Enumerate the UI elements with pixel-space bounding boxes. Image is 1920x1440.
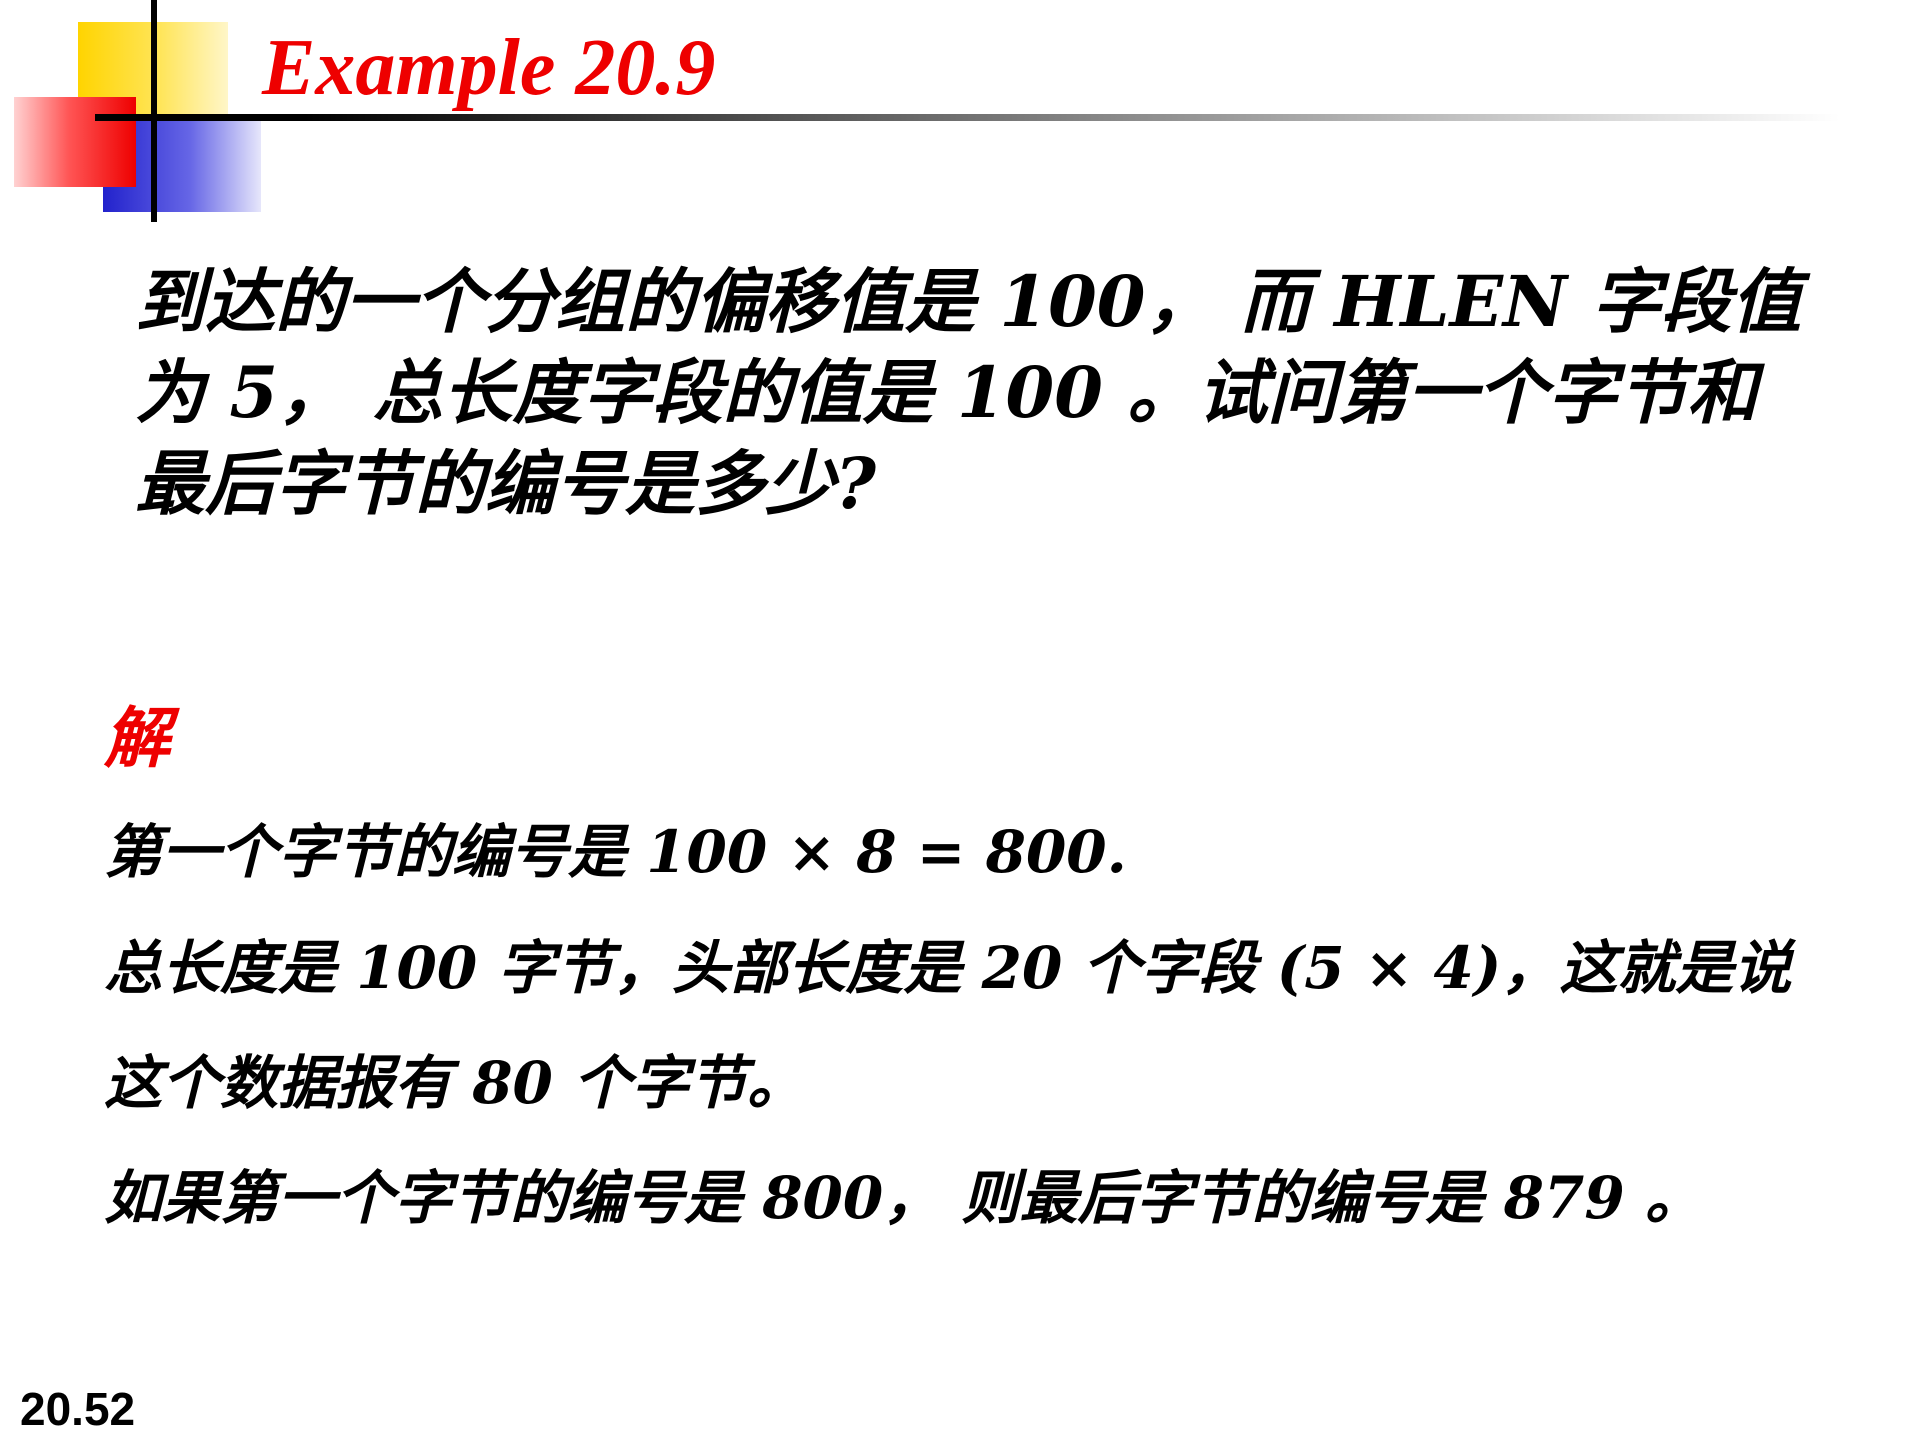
solution-line: 第一个字节的编号是 100 × 8 = 800. bbox=[104, 818, 1127, 886]
question-paragraph: 到达的一个分组的偏移值是 100， 而 HLEN 字段值 为 5， 总长度字段的… bbox=[135, 256, 1855, 529]
red-square-decoration bbox=[14, 97, 136, 187]
slide-title: Example 20.9 bbox=[262, 24, 716, 112]
page-number: 20.52 bbox=[20, 1383, 136, 1435]
question-line: 为 5， 总长度字段的值是 100 。试问第一个字节和 bbox=[135, 351, 1758, 434]
solution-line: 总长度是 100 字节，头部长度是 20 个字段 (5 × 4)，这就是说 bbox=[104, 934, 1792, 1002]
slide: Example 20.9 到达的一个分组的偏移值是 100， 而 HLEN 字段… bbox=[0, 0, 1920, 1440]
question-line: 到达的一个分组的偏移值是 100， 而 HLEN 字段值 bbox=[135, 260, 1802, 343]
solution-line: 这个数据报有 80 个字节。 bbox=[104, 1049, 806, 1117]
vertical-line-decoration bbox=[151, 0, 157, 222]
question-line: 最后字节的编号是多少? bbox=[135, 442, 877, 525]
solution-line: 如果第一个字节的编号是 800， 则最后字节的编号是 879 。 bbox=[104, 1164, 1703, 1232]
solution-label: 解 bbox=[104, 699, 170, 777]
